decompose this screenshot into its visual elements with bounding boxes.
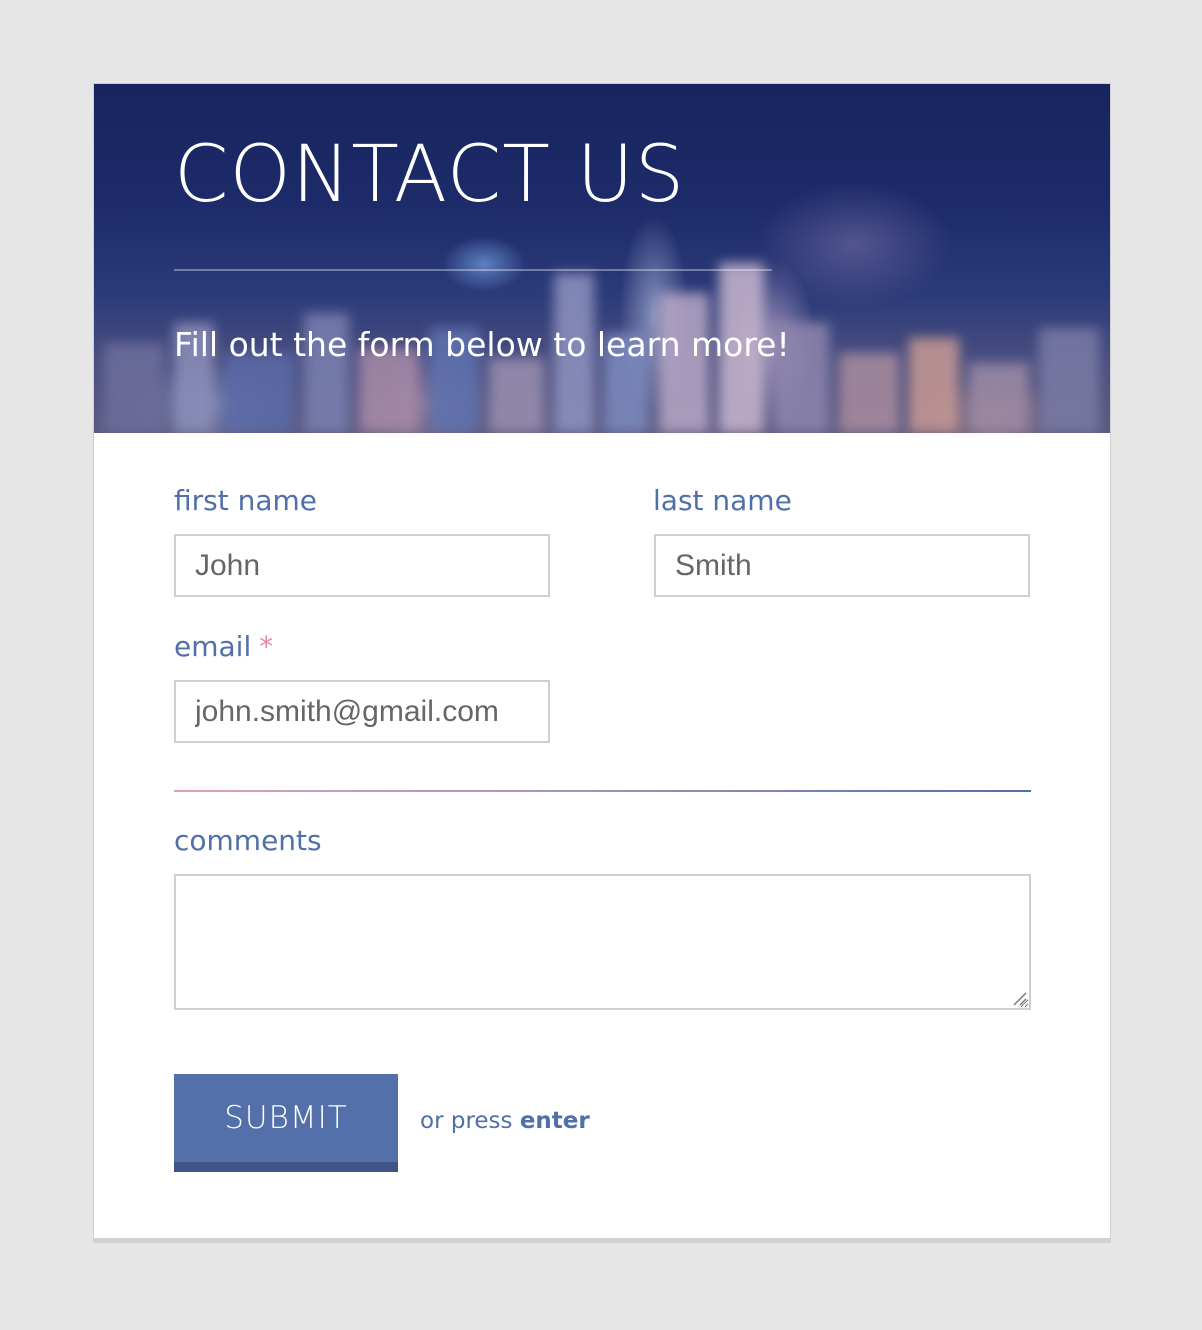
enter-key-hint: enter bbox=[519, 1108, 590, 1134]
email-input[interactable] bbox=[174, 680, 550, 743]
comments-textarea[interactable] bbox=[174, 874, 1031, 1010]
first-name-input[interactable] bbox=[174, 534, 550, 597]
title-divider bbox=[174, 269, 772, 271]
section-divider bbox=[174, 790, 1031, 792]
first-name-label: first name bbox=[174, 484, 318, 517]
comments-label: comments bbox=[174, 824, 322, 857]
submit-hint-text: or press bbox=[420, 1108, 513, 1134]
page-subtitle: Fill out the form below to learn more! bbox=[174, 325, 790, 364]
contact-form-card: CONTACT US Fill out the form below to le… bbox=[93, 83, 1111, 1243]
submit-hint: or press enter bbox=[420, 1110, 590, 1133]
email-label-group: email * bbox=[174, 633, 273, 661]
required-marker: * bbox=[259, 630, 274, 663]
email-label: email bbox=[174, 630, 252, 663]
header-banner: CONTACT US Fill out the form below to le… bbox=[94, 84, 1110, 433]
submit-button[interactable]: SUBMIT bbox=[174, 1074, 398, 1172]
last-name-input[interactable] bbox=[654, 534, 1030, 597]
page-title: CONTACT US bbox=[174, 130, 686, 220]
last-name-label: last name bbox=[653, 484, 792, 517]
